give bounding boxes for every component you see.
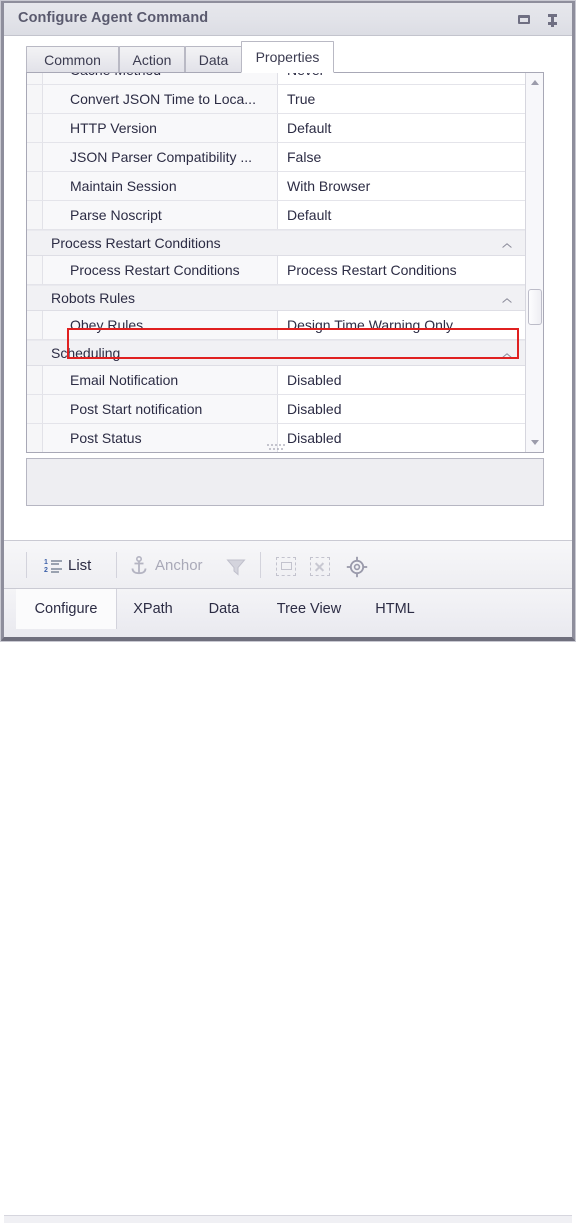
title-bar: Configure Agent Command [4,3,572,36]
property-name: Email Notification [43,366,278,394]
grid-vertical-scrollbar[interactable] [525,73,543,452]
property-name: Post Start notification [43,395,278,423]
toolbar-item-target[interactable] [346,552,374,579]
bottom-tab-configure[interactable]: Configure [16,589,117,629]
property-value[interactable]: Disabled [279,395,525,423]
table-row[interactable]: HTTP Version Default [27,114,525,143]
group-label: Robots Rules [51,290,136,306]
toolbar-item-anchor[interactable]: Anchor [130,552,230,579]
property-name: Parse Noscript [43,201,278,229]
dialog-body: Common Action Data Properties Cache Meth… [4,36,572,574]
bottom-tab-data[interactable]: Data [189,589,259,629]
bottom-tab-tree-view[interactable]: Tree View [259,589,359,629]
select-box-icon [276,557,296,576]
property-value[interactable]: Default [279,201,525,229]
toolbar-item-deselect[interactable] [310,552,336,579]
deselect-box-icon [310,557,330,576]
scroll-up-arrow-icon[interactable] [526,74,543,91]
tab-properties[interactable]: Properties [241,41,334,73]
table-row[interactable]: Convert JSON Time to Loca... True [27,85,525,114]
table-row[interactable]: Maintain Session With Browser [27,172,525,201]
property-name: JSON Parser Compatibility ... [43,143,278,171]
table-row[interactable]: Email Notification Disabled [27,366,525,395]
tab-common[interactable]: Common [26,46,119,73]
toolbar-item-list-label: List [68,557,92,574]
table-row[interactable]: JSON Parser Compatibility ... False [27,143,525,172]
restore-icon[interactable] [517,12,533,28]
property-name: Maintain Session [43,172,278,200]
funnel-filter-icon [226,558,246,576]
scroll-down-arrow-icon[interactable] [526,434,543,451]
scrollbar-thumb[interactable] [528,289,542,325]
table-row[interactable]: Post Start notification Disabled [27,395,525,424]
grid-resize-grip[interactable] [267,444,289,451]
property-value[interactable]: True [279,85,525,113]
property-grid-viewport: Cache Method Never Convert JSON Time to … [27,73,525,452]
group-header-robots-rules[interactable]: Robots Rules [27,285,525,311]
bottom-toolbar: 1 2 List Anchor [4,540,572,589]
toolbar-item-select[interactable] [276,552,302,579]
crosshair-target-icon [346,556,368,587]
property-value[interactable]: Never [279,73,525,84]
chevron-up-icon[interactable] [502,241,511,250]
group-label: Process Restart Conditions [51,235,221,251]
toolbar-item-anchor-label: Anchor [155,557,203,574]
toolbar-divider [26,552,27,578]
toolbar-item-filter[interactable] [226,552,252,579]
configure-agent-command-window: Configure Agent Command Common Action Da… [0,0,576,1223]
property-name: HTTP Version [43,114,278,142]
property-value[interactable]: Process Restart Conditions [279,256,525,284]
group-header-process-restart-conditions[interactable]: Process Restart Conditions [27,230,525,256]
bottom-edge-strip [4,1215,572,1223]
numbered-list-icon: 1 2 [44,558,62,574]
property-value[interactable]: Default [279,114,525,142]
property-grid: Cache Method Never Convert JSON Time to … [26,72,544,453]
chevron-up-icon[interactable] [502,351,511,360]
property-value[interactable]: Disabled [279,424,525,452]
property-value[interactable]: Design Time Warning Only [279,311,525,339]
table-row[interactable]: Parse Noscript Default [27,201,525,230]
property-value[interactable]: Disabled [279,366,525,394]
bottom-tab-xpath[interactable]: XPath [117,589,189,629]
window-title: Configure Agent Command [18,10,209,26]
bottom-tabstrip: Configure XPath Data Tree View HTML [4,589,572,1223]
property-description-panel [26,458,544,506]
table-row[interactable]: Process Restart Conditions Process Resta… [27,256,525,285]
property-name: Process Restart Conditions [43,256,278,284]
property-value[interactable]: With Browser [279,172,525,200]
tab-action[interactable]: Action [119,46,185,73]
property-name: Post Status [43,424,278,452]
chevron-up-icon[interactable] [502,296,511,305]
group-header-scheduling[interactable]: Scheduling [27,340,525,366]
toolbar-divider [116,552,117,578]
table-row-obey-rules[interactable]: Obey Rules Design Time Warning Only [27,311,525,340]
property-name: Convert JSON Time to Loca... [43,85,278,113]
toolbar-divider [260,552,261,578]
bottom-tab-html[interactable]: HTML [359,589,431,629]
anchor-icon [130,555,148,575]
group-label: Scheduling [51,345,121,361]
properties-tabstrip: Common Action Data Properties [26,41,566,73]
pin-icon[interactable] [545,12,561,28]
tab-data[interactable]: Data [185,46,242,73]
property-value[interactable]: False [279,143,525,171]
property-name: Cache Method [43,73,278,84]
toolbar-item-list[interactable]: 1 2 List [44,552,112,579]
property-name: Obey Rules [43,311,278,339]
table-row[interactable]: Cache Method Never [27,73,525,85]
